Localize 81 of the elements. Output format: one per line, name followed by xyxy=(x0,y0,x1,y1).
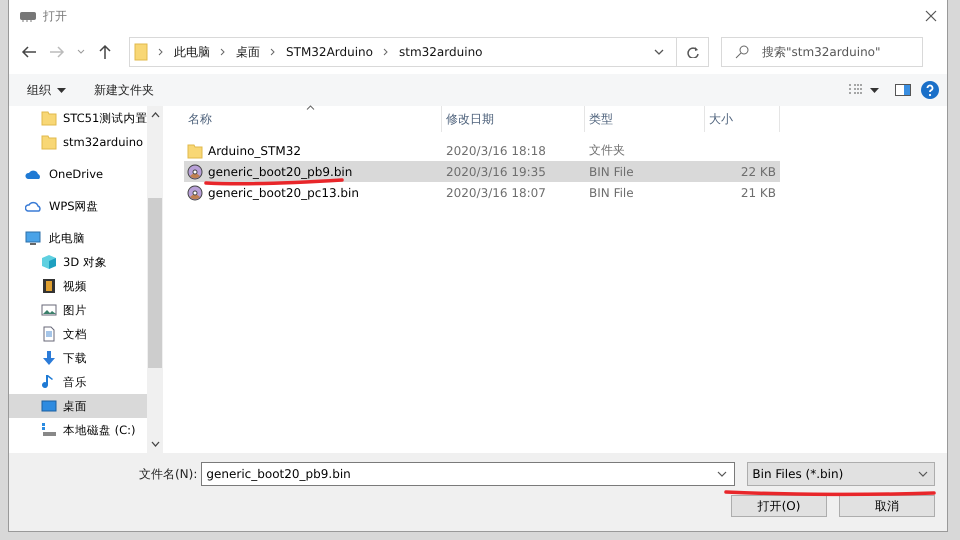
sidebar-item[interactable]: stm32arduino xyxy=(9,130,147,154)
sidebar-item[interactable]: STC51测试内置 xyxy=(9,106,147,130)
caret-down-icon xyxy=(870,88,879,92)
file-row[interactable]: Arduino_STM32 2020/3/16 18:18 文件夹 xyxy=(184,140,780,161)
sidebar-item[interactable]: 文档 xyxy=(9,322,147,346)
chip-icon xyxy=(19,10,37,22)
sidebar-item[interactable]: 图片 xyxy=(9,298,147,322)
caret-down-icon xyxy=(57,88,66,92)
down-arrow-icon xyxy=(41,350,57,366)
open-button[interactable]: 打开(O) xyxy=(731,495,827,517)
date-cell-text: 2020/3/16 19:35 xyxy=(445,164,547,178)
preview-pane-icon[interactable] xyxy=(895,84,911,96)
filename-label: 文件名(N): xyxy=(139,466,198,482)
chevron-right-icon xyxy=(383,48,390,56)
close-icon[interactable] xyxy=(925,10,937,22)
sidebar-item[interactable]: 桌面 xyxy=(9,394,147,418)
sidebar-item[interactable]: 3D 对象 xyxy=(9,250,147,274)
type-cell-text: 文件夹 xyxy=(588,142,626,159)
sidebar-item[interactable]: 本地磁盘 (C:) xyxy=(9,418,147,442)
folder-icon xyxy=(41,134,57,150)
refresh-icon xyxy=(686,46,698,58)
type-cell-text: BIN File xyxy=(588,164,635,178)
folder-icon xyxy=(41,110,57,126)
monitor-icon xyxy=(25,230,41,246)
new-folder-button[interactable]: 新建文件夹 xyxy=(88,78,160,102)
chevron-right-icon xyxy=(270,48,276,56)
size-cell: 22 KB xyxy=(740,164,776,178)
film-icon xyxy=(41,278,57,294)
organize-menu-button[interactable]: 组织 xyxy=(21,78,72,102)
sidebar-item[interactable]: 音乐 xyxy=(9,370,147,394)
sidebar-item[interactable]: WPS网盘 xyxy=(9,194,147,218)
chevron-down-icon xyxy=(918,471,928,477)
sidebar-item[interactable]: OneDrive xyxy=(9,162,147,186)
column-header[interactable]: 类型 xyxy=(585,106,705,132)
file-row[interactable]: generic_boot20_pc13.bin 2020/3/16 18:07 BIN File 21 KB xyxy=(184,182,780,203)
date-cell-text: 2020/3/16 18:18 xyxy=(445,144,547,158)
size-cell: 21 KB xyxy=(740,186,776,200)
search-field[interactable]: 搜索"stm32arduino" xyxy=(721,37,923,67)
breadcrumb[interactable]: stm32arduino xyxy=(399,45,483,59)
drive-icon xyxy=(41,422,57,438)
folder-icon xyxy=(187,142,203,158)
document-icon xyxy=(41,326,57,342)
sidebar-item[interactable]: 视频 xyxy=(9,274,147,298)
breadcrumb[interactable]: STM32Arduino xyxy=(286,45,374,59)
folder-icon xyxy=(134,43,148,61)
date-cell-text: 2020/3/16 18:07 xyxy=(445,186,547,200)
chevron-right-icon xyxy=(220,48,226,56)
scrollbar[interactable] xyxy=(147,106,163,453)
type-cell-text: BIN File xyxy=(588,186,635,200)
column-header[interactable]: 名称 xyxy=(184,106,442,132)
back-arrow-icon[interactable] xyxy=(21,44,37,60)
scrollbar-thumb[interactable] xyxy=(148,198,162,368)
sidebar-item[interactable]: 下载 xyxy=(9,346,147,370)
column-header[interactable]: 修改日期 xyxy=(442,106,585,132)
file-type-dropdown[interactable]: Bin Files (*.bin) xyxy=(747,462,936,486)
search-icon xyxy=(735,45,749,59)
file-name: Arduino_STM32 xyxy=(208,144,302,158)
chevron-up-icon[interactable] xyxy=(150,112,160,118)
breadcrumb[interactable]: 桌面 xyxy=(236,44,260,60)
monitor-icon xyxy=(41,398,57,414)
window-title: 打开 xyxy=(43,8,67,24)
help-icon[interactable] xyxy=(921,81,939,99)
breadcrumb[interactable]: 此电脑 xyxy=(174,44,210,60)
file-name: generic_boot20_pc13.bin xyxy=(208,186,359,200)
up-arrow-icon[interactable] xyxy=(97,44,113,60)
picture-icon xyxy=(41,302,57,318)
chevron-right-icon xyxy=(158,48,164,56)
filename-field[interactable]: generic_boot20_pb9.bin xyxy=(201,462,736,486)
refresh-button[interactable] xyxy=(677,37,709,67)
sort-caret-icon xyxy=(306,105,315,110)
cancel-button[interactable]: 取消 xyxy=(839,495,935,517)
address-bar[interactable]: 此电脑 桌面 STM32Arduino stm32arduino xyxy=(129,37,677,67)
chevron-down-icon[interactable] xyxy=(654,48,664,56)
column-header[interactable]: 大小 xyxy=(705,106,780,132)
cube-icon xyxy=(41,254,57,270)
chevron-down-icon[interactable] xyxy=(150,441,160,447)
file-name: generic_boot20_pb9.bin xyxy=(208,164,352,178)
disc-icon xyxy=(187,184,203,200)
chevron-down-icon[interactable] xyxy=(717,471,728,477)
disc-icon xyxy=(187,164,203,180)
sidebar-item[interactable]: 此电脑 xyxy=(9,226,147,250)
